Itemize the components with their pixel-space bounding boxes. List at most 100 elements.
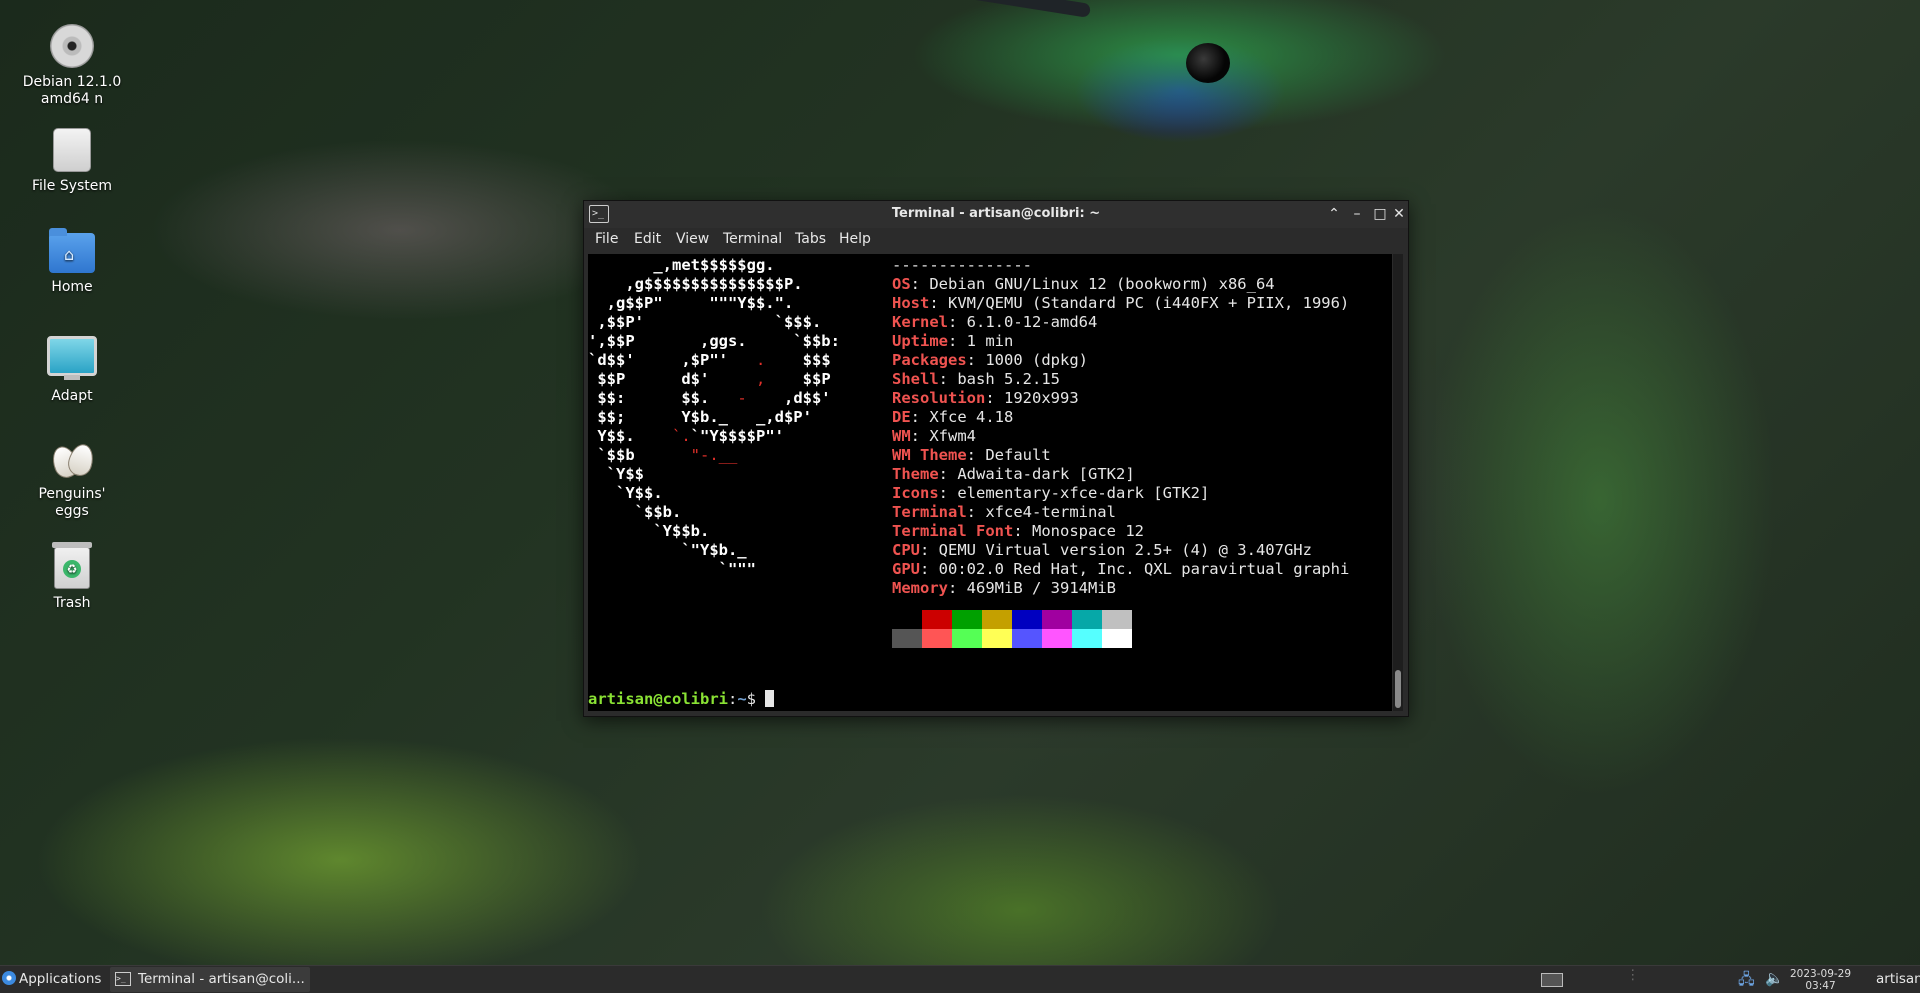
terminal-window[interactable]: >_ Terminal - artisan@colibri: ~ ⌃ – □ ✕… [583,200,1409,717]
info-key: Terminal [892,503,967,521]
system-info: --------------- OS: Debian GNU/Linux 12 … [892,256,1350,597]
menu-terminal[interactable]: Terminal [723,231,782,247]
terminal-output[interactable]: _,met$$$$$gg. ,g$$$$$$$$$$$$$$$P. ,g$$P"… [588,254,1392,711]
desktop-icon-penguins-eggs[interactable]: Penguins' eggs [14,440,130,520]
color-palette-top [892,610,1132,629]
shade-window-button[interactable]: ⌃ [1324,204,1344,224]
disc-icon [50,24,94,68]
info-value: 469MiB / 3914MiB [966,579,1116,597]
info-key: Resolution [892,389,986,407]
info-key: Uptime [892,332,948,350]
trash-icon: ♻ [52,542,92,589]
info-key: Terminal Font [892,522,1014,540]
palette-swatch [1042,629,1072,648]
info-key: CPU [892,541,920,559]
desktop-icon-file-system[interactable]: File System [14,128,130,195]
info-value: 6.1.0-12-amd64 [966,313,1098,331]
info-value: 00:02.0 Red Hat, Inc. QXL paravirtual gr… [938,560,1350,578]
info-key: Theme [892,465,939,483]
prompt-symbol: $ [746,690,766,708]
menu-tabs[interactable]: Tabs [795,231,826,247]
window-titlebar[interactable]: >_ Terminal - artisan@colibri: ~ ⌃ – □ ✕ [584,201,1408,228]
palette-swatch [1012,610,1042,629]
volume-icon[interactable]: 🔈 [1765,969,1784,987]
palette-swatch [982,629,1012,648]
user-menu-button[interactable]: artisan [1876,971,1920,987]
info-value: QEMU Virtual version 2.5+ (4) @ 3.407GHz [938,541,1312,559]
info-value: Default [985,446,1051,464]
xfce-logo-icon [2,971,16,985]
taskbar-panel: Applications ⋮ >_ Terminal - artisan@col… [0,965,1920,993]
palette-swatch [892,610,922,629]
info-separator: --------------- [892,256,1032,274]
palette-swatch [1072,610,1102,629]
text-cursor [765,690,775,707]
scrollbar-thumb[interactable] [1395,670,1401,708]
menu-help[interactable]: Help [839,231,871,247]
terminal-task-icon: >_ [115,972,131,986]
desktop-icon-adapt[interactable]: Adapt [14,336,130,405]
eggs-icon [47,440,97,482]
menu-file[interactable]: File [595,231,618,247]
color-palette-bottom [892,629,1132,648]
info-key: Icons [892,484,939,502]
desktop-icon-debian-disc[interactable]: Debian 12.1.0 amd64 n [14,24,130,108]
wallpaper-beak [762,0,1092,18]
desktop-icon-trash[interactable]: ♻ Trash [14,542,130,612]
window-title: Terminal - artisan@colibri: ~ [891,206,1101,221]
info-key: Kernel [892,313,948,331]
applications-label: Applications [19,971,102,987]
clock[interactable]: 2023-09-29 03:47 [1790,968,1851,992]
taskbar-terminal-label: Terminal - artisan@coli... [138,971,305,987]
info-value: Xfce 4.18 [929,408,1014,426]
menubar: File Edit View Terminal Tabs Help [584,228,1408,253]
desktop-icon-home[interactable]: ⌂ Home [14,228,130,296]
clock-date: 2023-09-29 [1790,968,1852,980]
info-key: GPU [892,560,920,578]
info-key: Shell [892,370,939,388]
info-key: WM Theme [892,446,967,464]
desktop-icon-label: Adapt [51,388,93,404]
drive-icon [53,128,91,172]
terminal-scrollbar[interactable] [1393,254,1403,711]
maximize-window-button[interactable]: □ [1370,204,1390,224]
info-key: OS [892,275,911,293]
prompt-path: ~ [737,690,747,708]
applications-menu-button[interactable]: Applications ⋮ [2,971,121,987]
info-key: WM [892,427,911,445]
info-value: 1000 (dpkg) [985,351,1088,369]
palette-swatch [1102,629,1132,648]
info-value: bash 5.2.15 [957,370,1060,388]
palette-swatch [982,610,1012,629]
palette-swatch [1102,610,1132,629]
info-value: 1 min [966,332,1014,350]
taskbar-terminal-button[interactable]: >_ Terminal - artisan@coli... [110,967,310,992]
home-folder-icon: ⌂ [49,228,95,273]
clock-time: 03:47 [1805,980,1836,992]
show-desktop-icon[interactable] [1541,973,1563,987]
info-value: 1920x993 [1004,389,1079,407]
network-icon[interactable]: 🖧 [1738,969,1755,993]
debian-ascii-logo: _,met$$$$$gg. ,g$$$$$$$$$$$$$$$P. ,g$$P"… [588,256,840,578]
info-value: elementary-xfce-dark [GTK2] [957,484,1210,502]
info-key: Packages [892,351,967,369]
info-value: KVM/QEMU (Standard PC (i440FX + PIIX, 19… [948,294,1350,312]
menu-edit[interactable]: Edit [634,231,661,247]
menu-view[interactable]: View [676,231,709,247]
info-value: Xfwm4 [929,427,977,445]
desktop-icon-label: File System [31,178,113,194]
close-window-button[interactable]: ✕ [1392,204,1406,224]
palette-swatch [892,629,922,648]
info-value: Monospace 12 [1032,522,1144,540]
monitor-icon [47,336,97,380]
shell-prompt[interactable]: artisan@colibri:~$ [588,690,775,709]
info-key: Host [892,294,930,312]
palette-swatch [922,629,952,648]
info-value: Adwaita-dark [GTK2] [957,465,1135,483]
info-key: Memory [892,579,948,597]
minimize-window-button[interactable]: – [1347,204,1367,224]
palette-swatch [952,629,982,648]
info-value: xfce4-terminal [985,503,1116,521]
palette-swatch [952,610,982,629]
desktop: Debian 12.1.0 amd64 n File System ⌂ Home… [0,0,1920,993]
